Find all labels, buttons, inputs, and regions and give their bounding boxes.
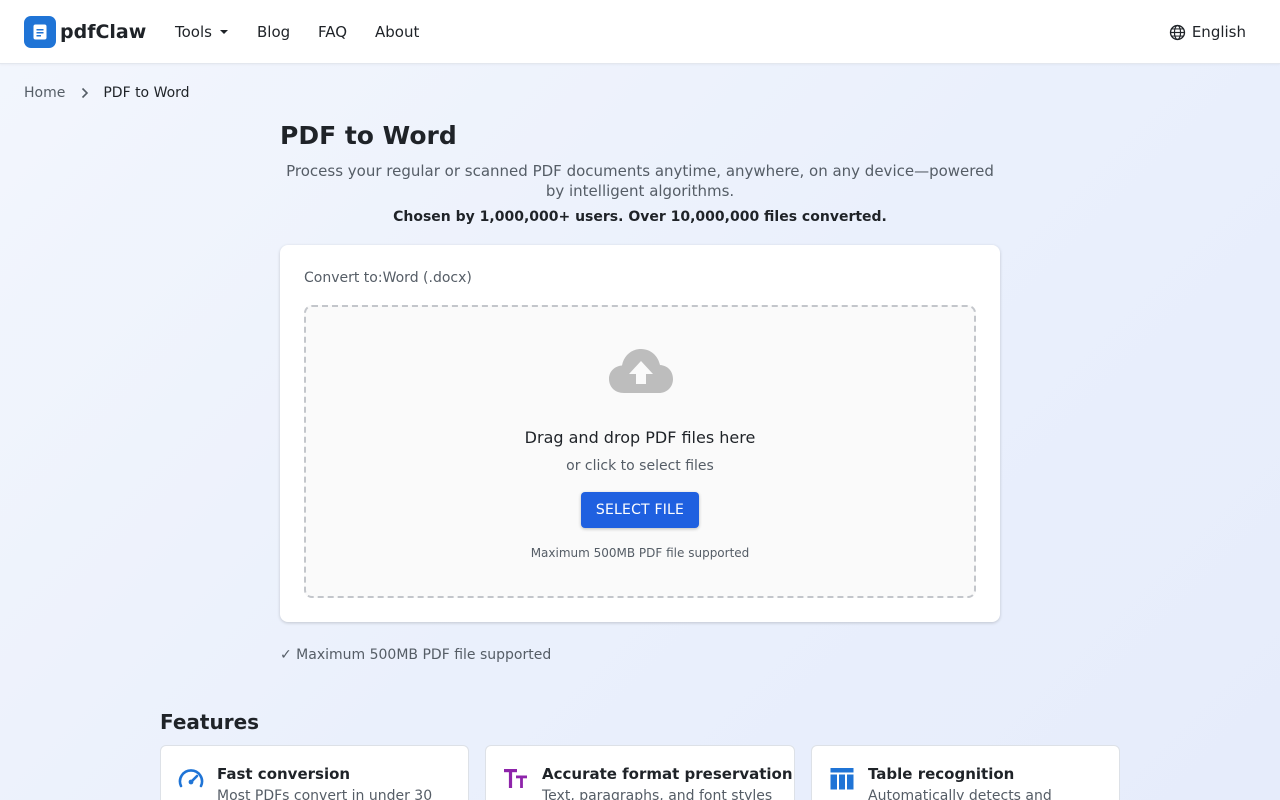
convert-to-label: Convert to: (304, 270, 383, 286)
select-file-button[interactable]: SELECT FILE (581, 492, 699, 528)
nav-faq-link[interactable]: FAQ (318, 22, 347, 42)
feature-card-table-recognition: Table recognition Automatically detects … (811, 745, 1120, 800)
convert-to-row: Convert to:Word (.docx) (304, 270, 472, 286)
feature-title: Table recognition (868, 765, 1015, 783)
feature-title: Fast conversion (217, 765, 351, 783)
page-title: PDF to Word (280, 121, 457, 150)
text-size-icon (504, 769, 527, 788)
nav-about-link[interactable]: About (375, 22, 419, 42)
breadcrumb-current: PDF to Word (103, 85, 190, 101)
supported-size-note: ✓ Maximum 500MB PDF file supported (280, 647, 552, 663)
file-dropzone[interactable]: Drag and drop PDF files here or click to… (304, 305, 976, 598)
document-icon (24, 16, 56, 48)
language-label: English (1191, 23, 1246, 41)
globe-icon (1169, 24, 1185, 40)
table-icon (830, 768, 854, 790)
dropzone-title: Drag and drop PDF files here (524, 428, 756, 447)
cloud-upload-icon (609, 349, 673, 393)
feature-card-fast-conversion: Fast conversion Most PDFs convert in und… (160, 745, 469, 800)
nav-tools-label: Tools (175, 23, 212, 41)
converter-card: Convert to:Word (.docx) Drag and drop PD… (280, 245, 1000, 622)
nav-blog-link[interactable]: Blog (257, 22, 290, 42)
nav-tools-menu[interactable]: Tools (175, 22, 228, 42)
logo-text: pdfClaw (60, 21, 147, 43)
breadcrumb: Home PDF to Word (24, 84, 190, 102)
dropzone-subtitle: or click to select files (566, 458, 714, 474)
feature-description: Text, paragraphs, and font styles (542, 788, 773, 800)
convert-to-value: Word (.docx) (382, 270, 472, 286)
feature-card-format-preservation: Accurate format preservation Text, parag… (485, 745, 795, 800)
chevron-right-icon (81, 87, 89, 99)
caret-down-icon (219, 30, 228, 34)
speedometer-icon (178, 769, 204, 788)
feature-title: Accurate format preservation (542, 765, 793, 783)
features-heading: Features (160, 710, 260, 734)
breadcrumb-home-link[interactable]: Home (24, 85, 65, 101)
language-selector[interactable]: English (1169, 22, 1246, 42)
logo[interactable]: pdfClaw (24, 16, 146, 48)
top-navbar: pdfClaw Tools Blog FAQ About English (0, 0, 1280, 64)
feature-description: Most PDFs convert in under 30 (217, 788, 433, 800)
feature-description: Automatically detects and (868, 788, 1052, 800)
max-size-note: Maximum 500MB PDF file supported (530, 546, 750, 560)
usage-stats: Chosen by 1,000,000+ users. Over 10,000,… (393, 209, 887, 225)
page-subtitle: Process your regular or scanned PDF docu… (286, 162, 994, 200)
